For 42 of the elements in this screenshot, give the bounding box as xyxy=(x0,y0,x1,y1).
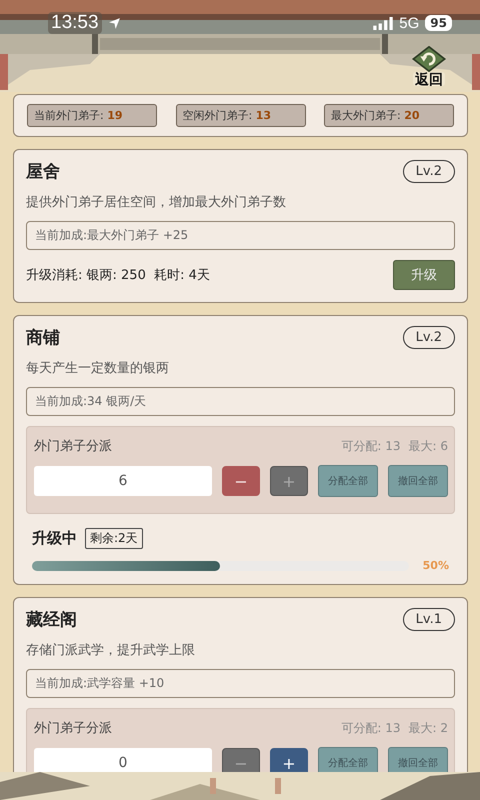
signal-icon xyxy=(373,16,394,30)
building-title: 商铺 xyxy=(26,327,60,349)
count-field[interactable]: 0 xyxy=(34,748,212,772)
building-title: 屋舍 xyxy=(26,161,60,183)
minus-button[interactable]: − xyxy=(222,748,260,772)
level-badge: Lv.2 xyxy=(402,160,455,183)
max-count: 最大: 6 xyxy=(408,438,448,454)
minus-button[interactable]: − xyxy=(222,466,260,496)
assign-all-button[interactable]: 分配全部 xyxy=(318,465,378,497)
recall-all-button[interactable]: 撤回全部 xyxy=(388,465,448,497)
level-badge: Lv.1 xyxy=(402,608,455,631)
upgrade-cost: 升级消耗: 银两: 250 耗时: 4天 xyxy=(26,267,210,284)
level-badge: Lv.2 xyxy=(402,326,455,349)
available-count: 可分配: 13 xyxy=(341,438,400,454)
available-count: 可分配: 13 xyxy=(341,720,400,736)
stat-chip: 当前外门弟子: 19 xyxy=(27,104,157,127)
remaining-tag: 剩余:2天 xyxy=(85,528,143,549)
building-description: 提供外门弟子居住空间，增加最大外门弟子数 xyxy=(26,194,287,211)
recall-all-button[interactable]: 撤回全部 xyxy=(388,747,448,772)
assign-all-button[interactable]: 分配全部 xyxy=(318,747,378,772)
plus-button[interactable]: + xyxy=(270,466,308,496)
plus-button[interactable]: + xyxy=(270,748,308,772)
battery-level: 95 xyxy=(425,15,452,31)
bonus-field: 当前加成:武学容量 +10 xyxy=(26,669,455,698)
building-description: 每天产生一定数量的银两 xyxy=(26,360,170,377)
back-button[interactable]: 返回 xyxy=(404,46,454,86)
stat-chip: 最大外门弟子: 20 xyxy=(324,104,454,127)
building-title: 藏经阁 xyxy=(26,609,77,631)
upgrade-button[interactable]: 升级 xyxy=(393,260,455,290)
assign-title: 外门弟子分派 xyxy=(34,438,112,455)
bonus-field: 当前加成:最大外门弟子 +25 xyxy=(26,221,455,250)
status-time: 13:53 xyxy=(48,12,102,34)
max-count: 最大: 2 xyxy=(408,720,448,736)
progress-percent: 50% xyxy=(422,559,449,572)
network-label: 5G xyxy=(399,14,420,32)
upgrading-label: 升级中 xyxy=(32,529,77,548)
stat-chip: 空闲外门弟子: 13 xyxy=(176,104,306,127)
bonus-field: 当前加成:34 银两/天 xyxy=(26,387,455,416)
assign-title: 外门弟子分派 xyxy=(34,720,112,737)
building-description: 存储门派武学，提升武学上限 xyxy=(26,642,196,659)
count-field[interactable]: 6 xyxy=(34,466,212,496)
location-arrow-icon xyxy=(108,16,121,30)
